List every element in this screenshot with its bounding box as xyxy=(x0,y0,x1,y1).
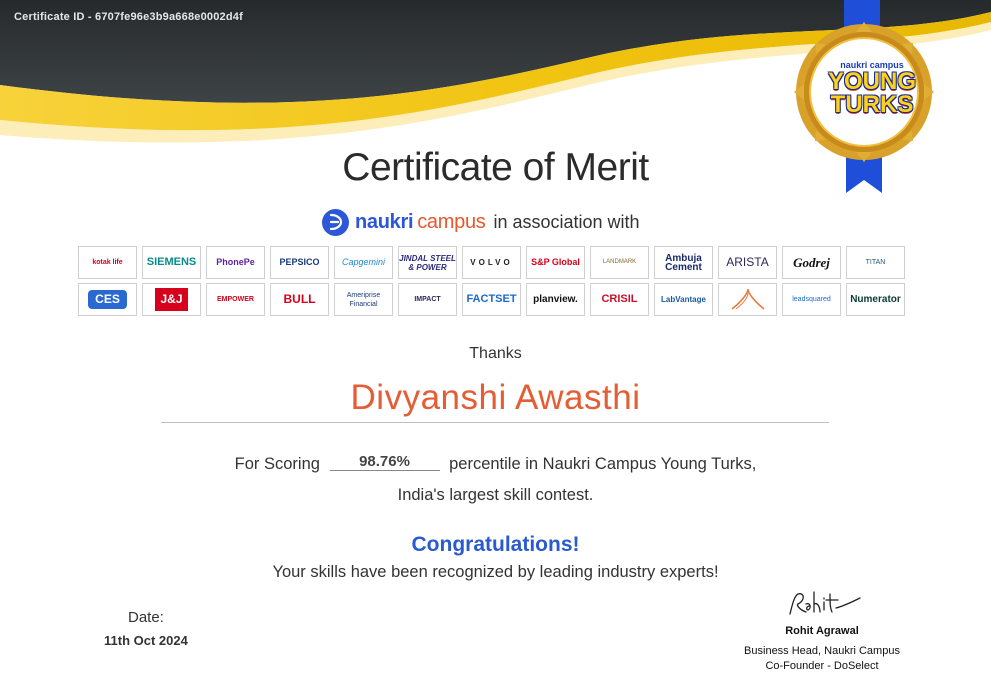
naukri-logo-icon xyxy=(322,208,349,236)
recipient-name: Divyanshi Awasthi xyxy=(350,378,641,417)
contest-description: India's largest skill contest. xyxy=(397,486,594,504)
score-line: For Scoring 98.76% percentile in Naukri … xyxy=(0,453,991,474)
recognition-text: Your skills have been recognized by lead… xyxy=(272,563,719,581)
sponsor-logo: Godrej xyxy=(782,246,841,279)
certificate-id: Certificate ID - 6707fe96e3b9a668e0002d4… xyxy=(14,11,243,23)
congratulations-heading: Congratulations! xyxy=(411,533,580,556)
certificate-title: Certificate of Merit xyxy=(342,146,649,189)
sponsor-logo: Capgemini xyxy=(334,246,393,279)
sponsor-logo: IMPACT xyxy=(398,283,457,316)
sponsor-logo: leadsquared xyxy=(782,283,841,316)
sponsor-logo: Numerator xyxy=(846,283,905,316)
sponsor-logo: J&J xyxy=(142,283,201,316)
percentile-suffix: percentile in Naukri Campus Young Turks, xyxy=(449,455,757,473)
sponsor-logo: EMPOWER xyxy=(206,283,265,316)
sponsor-logo: VOLVO xyxy=(462,246,521,279)
sponsor-logo: ARISTA xyxy=(718,246,777,279)
sponsor-logo: TITAN xyxy=(846,246,905,279)
date-label: Date: xyxy=(128,609,164,626)
sponsor-logo: kotak life xyxy=(78,246,137,279)
sponsor-logo: PhonePe xyxy=(206,246,265,279)
brand-naukri: naukri xyxy=(355,210,414,233)
thanks-text: Thanks xyxy=(469,345,522,362)
name-underline xyxy=(161,422,829,423)
sponsor-logo: FACTSET xyxy=(462,283,521,316)
sponsor-logo: SIEMENS xyxy=(142,246,201,279)
sponsor-logo-icon xyxy=(718,283,777,316)
sponsor-logo: LANDMARK xyxy=(590,246,649,279)
sponsor-logo: LabVantage xyxy=(654,283,713,316)
sponsor-logo: planview. xyxy=(526,283,585,316)
signature-image xyxy=(789,591,861,615)
medal-title-line2: TURKS xyxy=(830,91,914,118)
brand-campus: campus xyxy=(417,210,486,233)
sponsor-logo: PEPSICO xyxy=(270,246,329,279)
association-line: naukri campus in association with xyxy=(322,207,640,237)
sponsor-logo: S&P Global xyxy=(526,246,585,279)
medal-title-line1: YOUNG xyxy=(827,68,916,95)
sponsor-logo: Ameriprise Financial xyxy=(334,283,393,316)
sponsor-logo: CRISIL xyxy=(590,283,649,316)
association-text: in association with xyxy=(493,211,640,232)
percentile-value: 98.76% xyxy=(329,453,440,471)
signatory-role: Business Head, Naukri Campus xyxy=(744,645,900,657)
sponsor-logo: BULL xyxy=(270,283,329,316)
sponsor-logo: JINDAL STEEL & POWER xyxy=(398,246,457,279)
for-scoring-label: For Scoring xyxy=(234,455,320,473)
sponsor-logo-grid: kotak life SIEMENS PhonePe PEPSICO Capge… xyxy=(78,246,910,316)
sponsor-logo: CES xyxy=(78,283,137,316)
signatory-name: Rohit Agrawal xyxy=(785,625,859,637)
medal-title: YOUNG TURKS xyxy=(822,68,922,118)
signatory-role-2: Co-Founder - DoSelect xyxy=(765,660,879,672)
date-value: 11th Oct 2024 xyxy=(104,633,188,648)
sponsor-logo: Ambuja Cement xyxy=(654,246,713,279)
